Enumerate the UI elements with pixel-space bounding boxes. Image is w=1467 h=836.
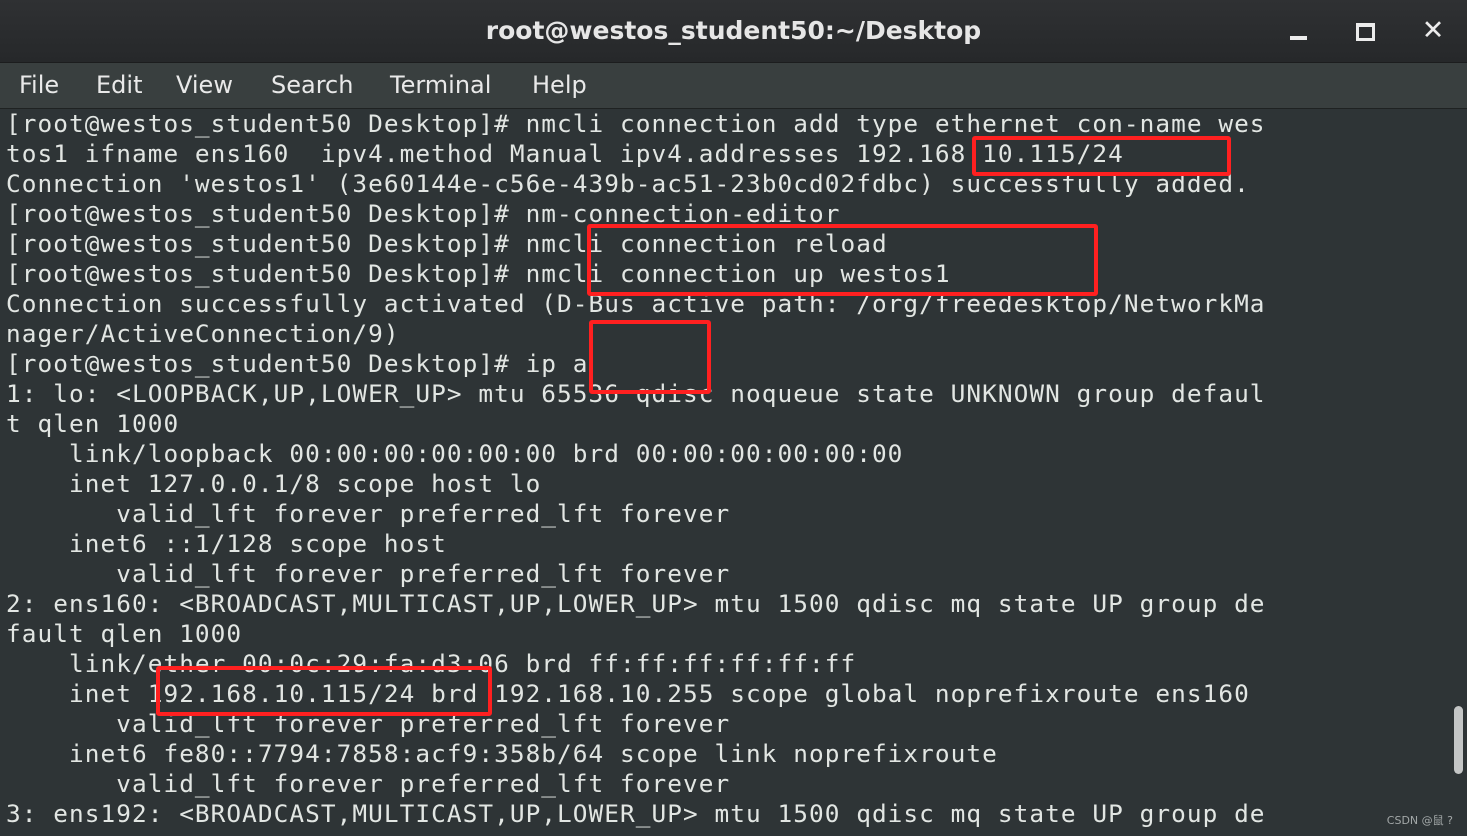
vertical-scrollbar[interactable] xyxy=(1450,109,1467,836)
terminal-line: link/ether 00:0c:29:fa:d3:06 brd ff:ff:f… xyxy=(6,649,857,678)
window-title: root@westos_student50:~/Desktop xyxy=(485,16,982,45)
terminal-line: inet6 ::1/128 scope host xyxy=(6,529,447,558)
terminal-line: Connection successfully activated (D-Bus… xyxy=(6,289,1266,318)
terminal-line: tos1 ifname ens160 ipv4.method Manual ip… xyxy=(6,139,1124,168)
terminal-window: root@westos_student50:~/Desktop ✕ File E… xyxy=(0,0,1467,836)
terminal-line: [root@westos_student50 Desktop]# nmcli c… xyxy=(6,109,1266,138)
close-button[interactable]: ✕ xyxy=(1412,10,1454,52)
terminal-line: [root@westos_student50 Desktop]# nmcli c… xyxy=(6,229,888,258)
menu-bar: File Edit View Search Terminal Help xyxy=(0,63,1467,109)
watermark: CSDN @鼠 ? xyxy=(1386,814,1453,827)
scrollbar-thumb[interactable] xyxy=(1454,706,1463,774)
terminal-line: [root@westos_student50 Desktop]# ip a xyxy=(6,349,589,378)
close-icon: ✕ xyxy=(1421,15,1445,46)
terminal-line: Connection 'westos1' (3e60144e-c56e-439b… xyxy=(6,169,1250,198)
menu-help[interactable]: Help xyxy=(532,63,587,108)
minimize-button[interactable] xyxy=(1277,10,1319,52)
terminal-line: valid_lft forever preferred_lft forever xyxy=(6,499,731,528)
terminal-line: valid_lft forever preferred_lft forever xyxy=(6,709,731,738)
terminal-lines: [root@westos_student50 Desktop]# nmcli c… xyxy=(6,109,1266,829)
terminal-line: 1: lo: <LOOPBACK,UP,LOWER_UP> mtu 65536 … xyxy=(6,379,1266,408)
terminal-line: inet 127.0.0.1/8 scope host lo xyxy=(6,469,542,498)
terminal-line: t qlen 1000 xyxy=(6,409,180,438)
maximize-button[interactable] xyxy=(1344,10,1386,52)
terminal-line: 3: ens192: <BROADCAST,MULTICAST,UP,LOWER… xyxy=(6,799,1266,828)
minimize-icon xyxy=(1289,35,1307,40)
terminal-line: valid_lft forever preferred_lft forever xyxy=(6,769,731,798)
menu-terminal[interactable]: Terminal xyxy=(390,63,491,108)
menu-view[interactable]: View xyxy=(176,63,233,108)
menu-search[interactable]: Search xyxy=(271,63,353,108)
terminal-line: nager/ActiveConnection/9) xyxy=(6,319,400,348)
title-bar[interactable]: root@westos_student50:~/Desktop ✕ xyxy=(0,0,1467,63)
terminal-line: valid_lft forever preferred_lft forever xyxy=(6,559,731,588)
terminal-line: fault qlen 1000 xyxy=(6,619,243,648)
terminal-line: 2: ens160: <BROADCAST,MULTICAST,UP,LOWER… xyxy=(6,589,1266,618)
maximize-icon xyxy=(1355,22,1375,41)
terminal-output[interactable]: [root@westos_student50 Desktop]# nmcli c… xyxy=(0,109,1450,836)
terminal-line: inet 192.168.10.115/24 brd 192.168.10.25… xyxy=(6,679,1250,708)
terminal-line: inet6 fe80::7794:7858:acf9:358b/64 scope… xyxy=(6,739,998,768)
menu-file[interactable]: File xyxy=(19,63,59,108)
terminal-line: link/loopback 00:00:00:00:00:00 brd 00:0… xyxy=(6,439,904,468)
terminal-line: [root@westos_student50 Desktop]# nm-conn… xyxy=(6,199,841,228)
menu-edit[interactable]: Edit xyxy=(96,63,142,108)
terminal-line: [root@westos_student50 Desktop]# nmcli c… xyxy=(6,259,951,288)
